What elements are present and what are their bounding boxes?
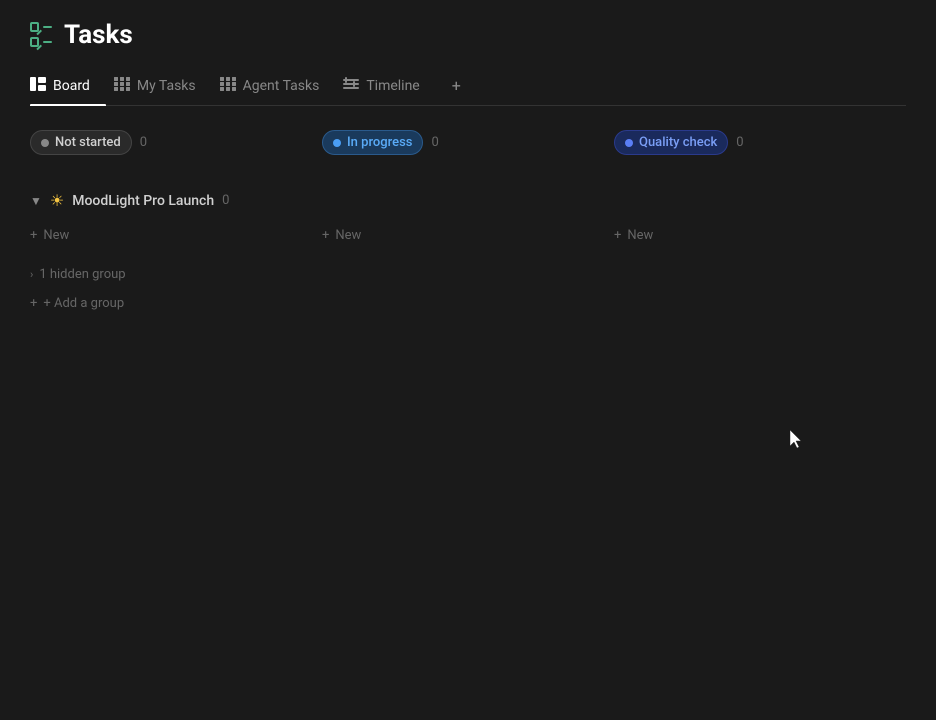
quality-check-dot	[625, 139, 633, 147]
add-group-button[interactable]: + + Add a group	[30, 296, 906, 311]
status-badge-in-progress: In progress	[322, 130, 423, 155]
column-headers: Not started 0 In progress 0 Quality chec…	[30, 130, 906, 171]
not-started-dot	[41, 139, 49, 147]
in-progress-count: 0	[431, 135, 438, 150]
hidden-group[interactable]: › 1 hidden group	[30, 267, 906, 282]
new-task-label-2: New	[335, 228, 361, 243]
in-progress-dot	[333, 139, 341, 147]
new-task-not-started[interactable]: + New	[30, 224, 322, 247]
tab-agent-tasks-label: Agent Tasks	[243, 78, 320, 94]
new-task-quality-check[interactable]: + New	[614, 224, 906, 247]
tab-agent-tasks[interactable]: Agent Tasks	[220, 69, 336, 105]
new-task-label-1: New	[43, 228, 69, 243]
status-badge-not-started: Not started	[30, 130, 132, 155]
agent-tasks-tab-icon	[220, 77, 236, 95]
quality-check-count: 0	[736, 135, 743, 150]
plus-icon-1: +	[30, 228, 37, 243]
new-task-label-3: New	[627, 228, 653, 243]
new-task-row: + New + New + New	[30, 224, 906, 247]
timeline-tab-icon	[343, 77, 359, 95]
tab-my-tasks-label: My Tasks	[137, 78, 196, 94]
project-chevron-icon[interactable]: ▼	[30, 194, 42, 208]
hidden-group-label: 1 hidden group	[39, 267, 125, 282]
project-name: MoodLight Pro Launch	[72, 193, 214, 209]
in-progress-label: In progress	[347, 135, 412, 150]
tab-timeline[interactable]: Timeline	[343, 69, 435, 105]
column-header-quality-check: Quality check 0	[614, 130, 906, 155]
not-started-label: Not started	[55, 135, 121, 150]
not-started-count: 0	[140, 135, 147, 150]
tab-my-tasks[interactable]: My Tasks	[114, 69, 212, 105]
quality-check-label: Quality check	[639, 135, 717, 150]
tasks-icon	[30, 22, 52, 49]
column-header-not-started: Not started 0	[30, 130, 322, 155]
project-header: ▼ ☀ MoodLight Pro Launch 0	[30, 191, 906, 210]
plus-icon-2: +	[322, 228, 329, 243]
new-task-in-progress[interactable]: + New	[322, 224, 614, 247]
board-tab-icon	[30, 77, 46, 95]
tabs-bar: Board My Tasks	[30, 68, 906, 106]
add-group-label: + Add a group	[43, 296, 124, 311]
page-header: Tasks	[30, 20, 906, 50]
add-tab-button[interactable]: +	[444, 68, 469, 105]
plus-icon-add-group: +	[30, 296, 37, 311]
tab-board-label: Board	[53, 78, 90, 94]
plus-icon-3: +	[614, 228, 621, 243]
my-tasks-tab-icon	[114, 77, 130, 95]
tab-board[interactable]: Board	[30, 69, 106, 105]
project-count: 0	[222, 193, 229, 208]
page-title: Tasks	[64, 20, 133, 50]
column-header-in-progress: In progress 0	[322, 130, 614, 155]
tab-timeline-label: Timeline	[366, 78, 419, 94]
status-badge-quality-check: Quality check	[614, 130, 728, 155]
project-sun-icon: ☀	[50, 191, 64, 210]
chevron-down-icon: ›	[30, 268, 33, 281]
